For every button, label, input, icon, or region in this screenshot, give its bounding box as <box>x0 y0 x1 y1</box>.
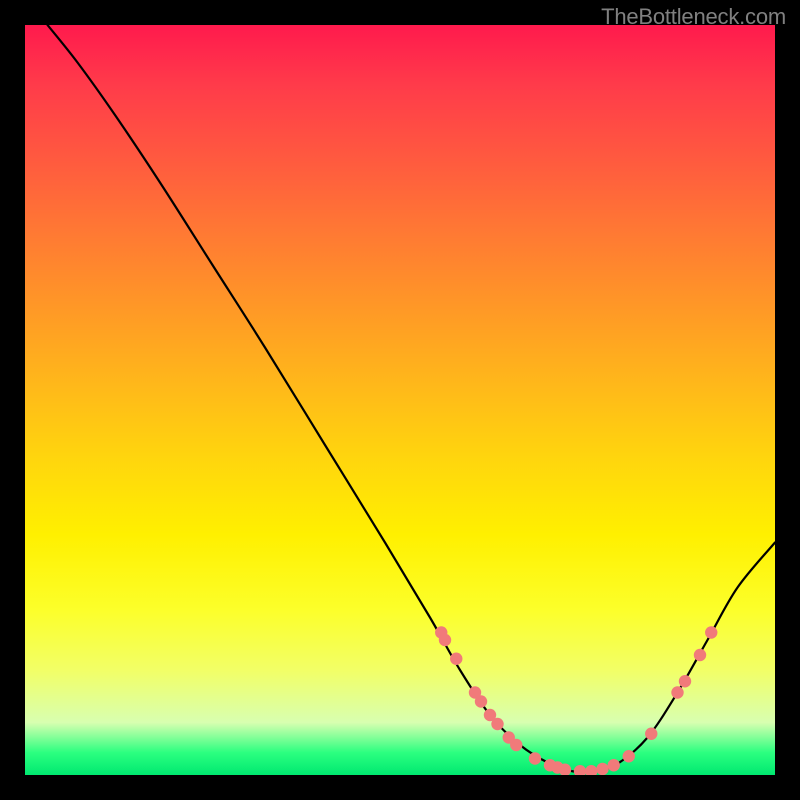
curve-marker <box>491 718 503 730</box>
curve-marker <box>510 739 522 751</box>
curve-marker <box>623 750 635 762</box>
curve-svg <box>25 25 775 775</box>
curve-marker <box>439 634 451 646</box>
curve-marker <box>585 765 597 775</box>
curve-marker <box>529 752 541 764</box>
curve-markers <box>435 626 717 775</box>
plot-area <box>25 25 775 775</box>
curve-marker <box>705 626 717 638</box>
curve-marker <box>574 765 586 775</box>
curve-marker <box>645 728 657 740</box>
curve-marker <box>475 695 487 707</box>
curve-marker <box>671 686 683 698</box>
curve-marker <box>450 653 462 665</box>
curve-marker <box>596 763 608 775</box>
curve-marker <box>608 759 620 771</box>
bottleneck-curve <box>48 25 776 772</box>
chart-container: TheBottleneck.com <box>0 0 800 800</box>
curve-marker <box>679 675 691 687</box>
curve-marker <box>694 649 706 661</box>
